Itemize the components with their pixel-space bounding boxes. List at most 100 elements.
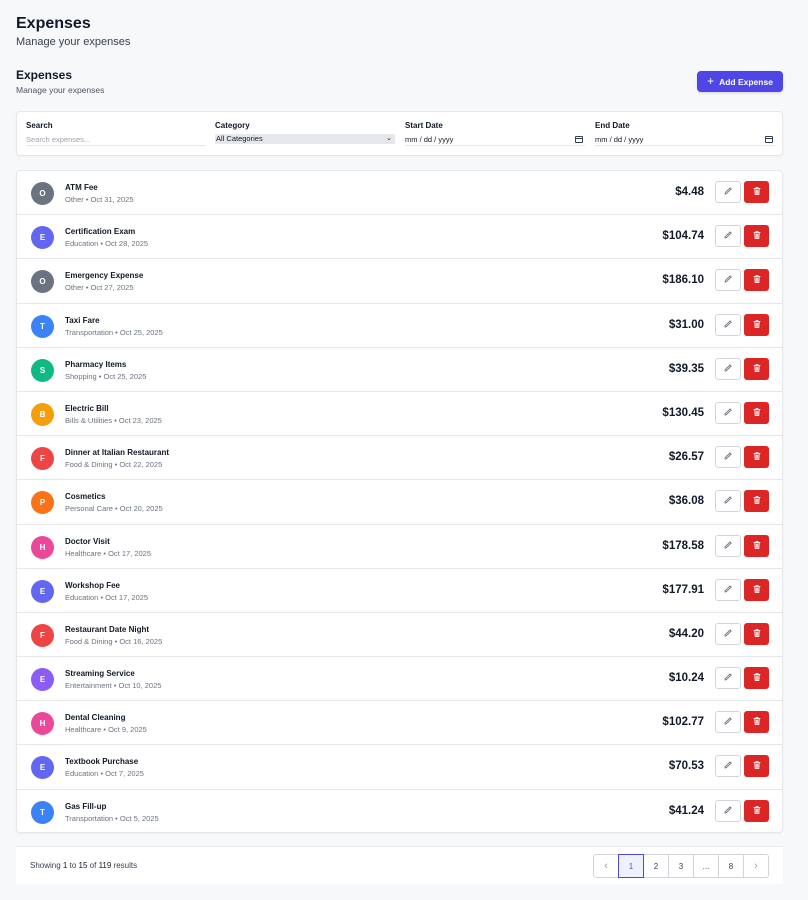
results-summary: Showing 1 to 15 of 119 results bbox=[30, 861, 137, 870]
category-avatar: P bbox=[31, 491, 54, 515]
expense-row[interactable]: H Dental Cleaning Healthcare • Oct 9, 2025… bbox=[17, 701, 782, 746]
expense-row[interactable]: H Doctor Visit Healthcare • Oct 17, 2025 $1… bbox=[17, 525, 782, 569]
trash-icon bbox=[752, 581, 762, 599]
delete-button[interactable] bbox=[744, 446, 769, 469]
expense-row[interactable]: E Workshop Fee Education • Oct 17, 2025 $17… bbox=[17, 569, 782, 613]
end-date-value: mm / dd / yyyy bbox=[595, 135, 644, 144]
expense-meta: Food & Dining • Oct 22, 2025 bbox=[65, 460, 163, 470]
calendar-icon[interactable] bbox=[575, 136, 583, 143]
results-to: 15 bbox=[78, 861, 88, 870]
page-button[interactable]: 1 bbox=[618, 854, 644, 878]
expense-title: Electric Bill bbox=[65, 403, 109, 413]
expense-meta: Education • Oct 17, 2025 bbox=[65, 592, 149, 602]
end-date-input[interactable]: mm / dd / yyyy bbox=[595, 134, 775, 146]
page-button[interactable]: 8 bbox=[718, 854, 744, 878]
edit-button[interactable] bbox=[715, 711, 741, 734]
edit-button[interactable] bbox=[715, 534, 741, 557]
delete-button[interactable] bbox=[744, 313, 769, 336]
delete-button[interactable] bbox=[744, 269, 769, 292]
edit-button[interactable] bbox=[715, 667, 741, 690]
pencil-icon bbox=[723, 537, 733, 555]
delete-button[interactable] bbox=[744, 534, 769, 557]
expense-row[interactable]: S Pharmacy Items Shopping • Oct 25, 2025 $3… bbox=[17, 348, 782, 392]
page-button[interactable]: 3 bbox=[668, 854, 694, 878]
edit-button[interactable] bbox=[715, 490, 741, 513]
category-avatar: E bbox=[31, 579, 54, 603]
edit-button[interactable] bbox=[715, 313, 741, 336]
edit-button[interactable] bbox=[715, 622, 741, 645]
end-date-filter: End Date mm / dd / yyyy bbox=[595, 121, 775, 146]
category-avatar: O bbox=[31, 182, 54, 205]
trash-icon bbox=[752, 669, 762, 687]
previous-page-button[interactable]: ‹ bbox=[593, 854, 619, 878]
page-button[interactable]: 2 bbox=[643, 854, 669, 878]
expense-row[interactable]: F Dinner at Italian Restaurant Food & Dini… bbox=[17, 436, 782, 481]
delete-button[interactable] bbox=[744, 667, 769, 690]
expense-amount: $26.57 bbox=[668, 451, 704, 464]
start-date-input[interactable]: mm / dd / yyyy bbox=[405, 134, 585, 146]
delete-button[interactable] bbox=[744, 578, 769, 601]
pencil-icon bbox=[723, 713, 733, 731]
expense-row[interactable]: T Taxi Fare Transportation • Oct 25, 2025 $… bbox=[17, 304, 782, 348]
trash-icon bbox=[752, 537, 762, 555]
expense-meta: Shopping • Oct 25, 2025 bbox=[65, 371, 147, 381]
expense-row[interactable]: E Streaming Service Entertainment • Oct 10… bbox=[17, 657, 782, 702]
category-avatar: F bbox=[31, 623, 54, 647]
edit-button[interactable] bbox=[715, 799, 741, 822]
next-page-button[interactable]: › bbox=[743, 854, 769, 878]
delete-button[interactable] bbox=[744, 225, 769, 248]
category-label: Category bbox=[215, 121, 250, 130]
expense-meta: Healthcare • Oct 9, 2025 bbox=[65, 725, 147, 735]
section-title: Expenses bbox=[16, 68, 73, 82]
delete-button[interactable] bbox=[744, 622, 769, 645]
delete-button[interactable] bbox=[744, 181, 769, 203]
delete-button[interactable] bbox=[744, 755, 769, 778]
expense-row[interactable]: E Textbook Purchase Education • Oct 7, 202… bbox=[17, 745, 782, 790]
search-input[interactable]: Search expenses... bbox=[26, 134, 206, 146]
edit-button[interactable] bbox=[715, 446, 741, 469]
add-expense-button[interactable]: + Add Expense bbox=[697, 71, 783, 92]
calendar-icon[interactable] bbox=[765, 136, 773, 143]
trash-icon bbox=[752, 625, 762, 643]
category-select[interactable]: All Categories ⌄ bbox=[215, 134, 395, 144]
expense-meta: Personal Care • Oct 20, 2025 bbox=[65, 504, 163, 514]
category-avatar: H bbox=[31, 712, 54, 736]
expense-row[interactable]: O Emergency Expense Other • Oct 27, 2025 $1… bbox=[17, 259, 782, 304]
edit-button[interactable] bbox=[715, 181, 741, 203]
expense-row[interactable]: P Cosmetics Personal Care • Oct 20, 2025 $3… bbox=[17, 480, 782, 525]
pencil-icon bbox=[723, 581, 733, 599]
expense-amount: $36.08 bbox=[668, 495, 704, 508]
expense-title: Dental Cleaning bbox=[65, 713, 126, 723]
expense-row[interactable]: E Certification Exam Education • Oct 28, 2… bbox=[17, 215, 782, 260]
delete-button[interactable] bbox=[744, 357, 769, 380]
edit-button[interactable] bbox=[715, 357, 741, 380]
edit-button[interactable] bbox=[715, 755, 741, 778]
pencil-icon bbox=[723, 669, 733, 687]
edit-button[interactable] bbox=[715, 578, 741, 601]
expense-meta: Education • Oct 7, 2025 bbox=[65, 769, 144, 779]
expense-meta: Education • Oct 28, 2025 bbox=[65, 239, 149, 249]
page-title: Expenses bbox=[16, 15, 91, 32]
expense-title: Pharmacy Items bbox=[65, 359, 127, 369]
delete-button[interactable] bbox=[744, 799, 769, 822]
expense-row[interactable]: B Electric Bill Bills & Utilities • Oct 23… bbox=[17, 392, 782, 437]
expense-amount: $70.53 bbox=[668, 760, 704, 773]
pencil-icon bbox=[723, 183, 733, 201]
delete-button[interactable] bbox=[744, 490, 769, 513]
delete-button[interactable] bbox=[744, 711, 769, 734]
trash-icon bbox=[752, 802, 762, 820]
delete-button[interactable] bbox=[744, 401, 769, 424]
pagination-bar: Showing 1 to 15 of 119 results ‹ 1 2 3... 8 › bbox=[16, 846, 783, 884]
edit-button[interactable] bbox=[715, 225, 741, 248]
edit-button[interactable] bbox=[715, 401, 741, 424]
trash-icon bbox=[752, 271, 762, 289]
edit-button[interactable] bbox=[715, 269, 741, 292]
trash-icon bbox=[752, 492, 762, 510]
expense-row[interactable]: O ATM Fee Other • Oct 31, 2025 $4.48 bbox=[17, 171, 782, 216]
expense-meta: Transportation • Oct 25, 2025 bbox=[65, 327, 163, 337]
expense-title: Gas Fill-up bbox=[65, 801, 107, 811]
expense-row[interactable]: F Restaurant Date Night Food & Dining • Oc… bbox=[17, 613, 782, 658]
trash-icon bbox=[752, 404, 762, 422]
expense-row[interactable]: T Gas Fill-up Transportation • Oct 5, 2025… bbox=[17, 790, 782, 832]
trash-icon bbox=[752, 448, 762, 466]
